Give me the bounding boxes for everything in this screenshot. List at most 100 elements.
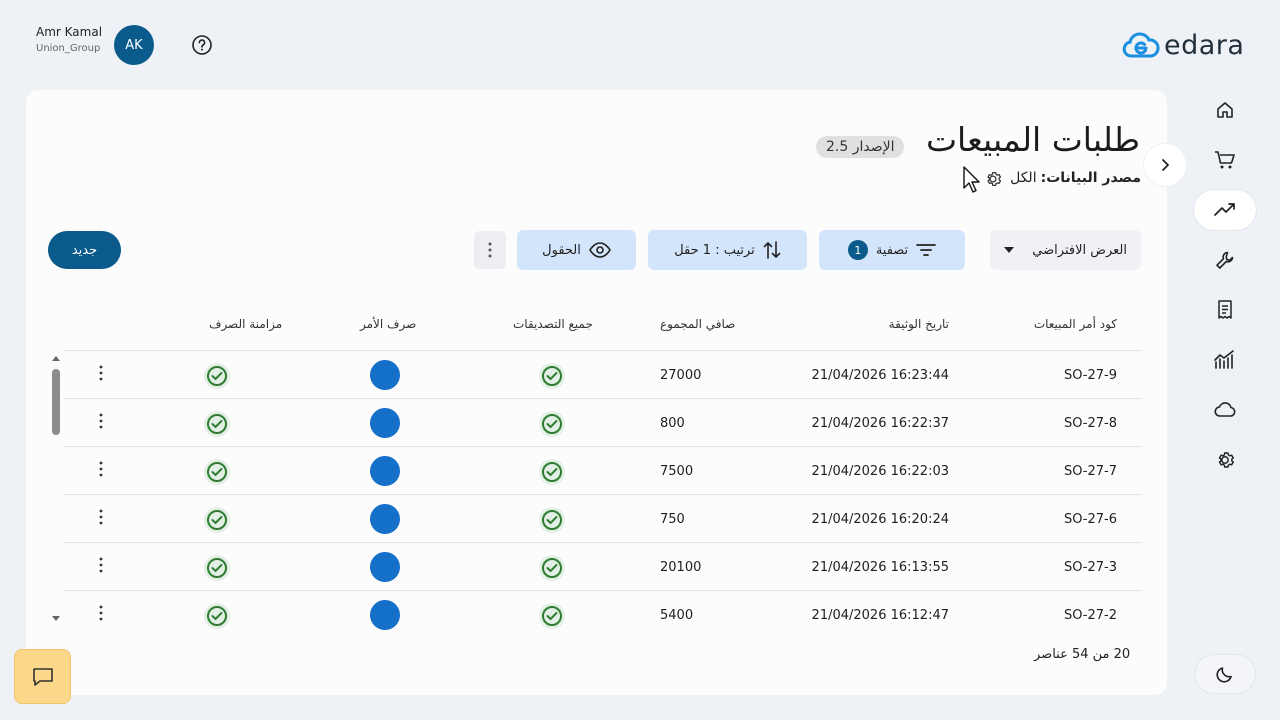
row-menu-button[interactable] — [99, 509, 103, 529]
wrench-icon[interactable] — [1194, 240, 1256, 280]
cart-icon[interactable] — [1194, 140, 1256, 180]
sync-status — [204, 603, 230, 629]
more-vertical-icon — [99, 605, 103, 621]
disburse-status-dot — [370, 504, 400, 534]
data-source-label: مصدر البيانات: — [1040, 170, 1141, 186]
check-circle-icon — [542, 366, 562, 386]
header-code[interactable]: كود أمر المبيعات — [1034, 317, 1117, 331]
filter-count-badge: 1 — [847, 240, 868, 260]
user-name: Amr Kamal — [36, 25, 103, 39]
filter-label: تصفية — [875, 242, 909, 258]
cloud-logo-icon — [1122, 32, 1160, 57]
check-circle-icon — [542, 606, 562, 626]
table-row[interactable]: SO-27-3 21/04/2026 16:13:55 20100 — [63, 542, 1141, 590]
new-button[interactable]: جديد — [48, 231, 121, 269]
table-scrollbar[interactable] — [50, 354, 62, 624]
view-select[interactable]: العرض الافتراضي — [990, 230, 1141, 270]
scrollbar-thumb[interactable] — [52, 369, 60, 435]
check-circle-icon — [207, 414, 227, 434]
cell-total: 5400 — [660, 608, 694, 623]
header-sync[interactable]: مزامنة الصرف — [209, 317, 282, 331]
cell-date: 21/04/2026 16:20:24 — [811, 512, 949, 527]
version-badge: الإصدار 2.5 — [816, 136, 905, 158]
user-info[interactable]: Amr Kamal Union_Group — [36, 25, 106, 54]
check-circle-icon — [207, 366, 227, 386]
sort-button[interactable]: ترتيب : 1 حقل — [648, 230, 807, 270]
header-disburse[interactable]: صرف الأمر — [360, 317, 416, 331]
cloud-icon[interactable] — [1194, 390, 1256, 430]
pagination-info: 20 من 54 عناصر — [1034, 647, 1131, 662]
scroll-up-icon — [52, 356, 60, 361]
more-vertical-icon — [99, 365, 103, 381]
sort-label: ترتيب : 1 حقل — [674, 242, 755, 258]
approvals-status — [539, 507, 565, 533]
theme-toggle-button[interactable] — [1194, 654, 1256, 694]
filter-icon — [916, 244, 937, 256]
filter-button[interactable]: تصفية 1 — [819, 230, 965, 270]
cell-code[interactable]: SO-27-7 — [1064, 464, 1117, 479]
more-vertical-icon — [99, 509, 103, 525]
table-row[interactable]: SO-27-2 21/04/2026 16:12:47 5400 — [63, 590, 1141, 638]
cell-date: 21/04/2026 16:12:47 — [811, 608, 949, 623]
disburse-status-dot — [370, 456, 400, 486]
header-approvals[interactable]: جميع التصديقات — [513, 317, 593, 331]
approvals-status — [539, 555, 565, 581]
help-icon[interactable] — [191, 34, 213, 56]
home-icon[interactable] — [1194, 90, 1256, 130]
approvals-status — [539, 411, 565, 437]
fields-label: الحقول — [542, 242, 581, 258]
data-source: مصدر البيانات: الكل — [1010, 170, 1141, 186]
row-menu-button[interactable] — [99, 365, 103, 385]
toolbar-more-button[interactable] — [474, 231, 506, 269]
scroll-down-icon — [52, 616, 60, 621]
cell-total: 7500 — [660, 464, 694, 479]
fields-button[interactable]: الحقول — [517, 230, 636, 270]
more-vertical-icon — [99, 557, 103, 573]
cell-total: 27000 — [660, 368, 702, 383]
analytics-icon[interactable] — [1194, 340, 1256, 380]
row-menu-button[interactable] — [99, 413, 103, 433]
settings-icon[interactable] — [1194, 440, 1256, 480]
table-row[interactable]: SO-27-7 21/04/2026 16:22:03 7500 — [63, 446, 1141, 494]
approvals-status — [539, 459, 565, 485]
sync-status — [204, 459, 230, 485]
avatar[interactable]: AK — [114, 25, 154, 65]
data-source-settings-icon[interactable] — [983, 169, 1003, 193]
cell-code[interactable]: SO-27-8 — [1064, 416, 1117, 431]
collapse-sidebar-button[interactable] — [1144, 144, 1186, 186]
check-circle-icon — [207, 606, 227, 626]
table-row[interactable]: SO-27-6 21/04/2026 16:20:24 750 — [63, 494, 1141, 542]
header-total[interactable]: صافي المجموع — [660, 317, 735, 331]
header-date[interactable]: تاريخ الوثيقة — [889, 317, 949, 331]
table-row[interactable]: SO-27-9 21/04/2026 16:23:44 27000 — [63, 350, 1141, 398]
row-menu-button[interactable] — [99, 461, 103, 481]
chat-button[interactable] — [14, 649, 71, 704]
chat-icon — [32, 667, 53, 686]
table-row[interactable]: SO-27-8 21/04/2026 16:22:37 800 — [63, 398, 1141, 446]
cell-date: 21/04/2026 16:23:44 — [811, 368, 949, 383]
row-menu-button[interactable] — [99, 605, 103, 625]
check-circle-icon — [207, 510, 227, 530]
cell-date: 21/04/2026 16:22:37 — [811, 416, 949, 431]
cell-total: 20100 — [660, 560, 702, 575]
sync-status — [204, 507, 230, 533]
chevron-right-icon — [1162, 159, 1169, 171]
cell-total: 800 — [660, 416, 685, 431]
cell-code[interactable]: SO-27-2 — [1064, 608, 1117, 623]
trending-up-icon[interactable] — [1194, 190, 1256, 230]
more-vertical-icon — [99, 461, 103, 477]
view-select-label: العرض الافتراضي — [1032, 242, 1127, 258]
check-circle-icon — [542, 510, 562, 530]
disburse-status-dot — [370, 600, 400, 630]
cell-code[interactable]: SO-27-3 — [1064, 560, 1117, 575]
cell-code[interactable]: SO-27-9 — [1064, 368, 1117, 383]
disburse-status-dot — [370, 408, 400, 438]
cell-code[interactable]: SO-27-6 — [1064, 512, 1117, 527]
check-circle-icon — [207, 558, 227, 578]
check-circle-icon — [542, 558, 562, 578]
check-circle-icon — [542, 462, 562, 482]
row-menu-button[interactable] — [99, 557, 103, 577]
receipt-icon[interactable] — [1194, 290, 1256, 330]
moon-icon — [1216, 667, 1232, 683]
disburse-status-dot — [370, 552, 400, 582]
